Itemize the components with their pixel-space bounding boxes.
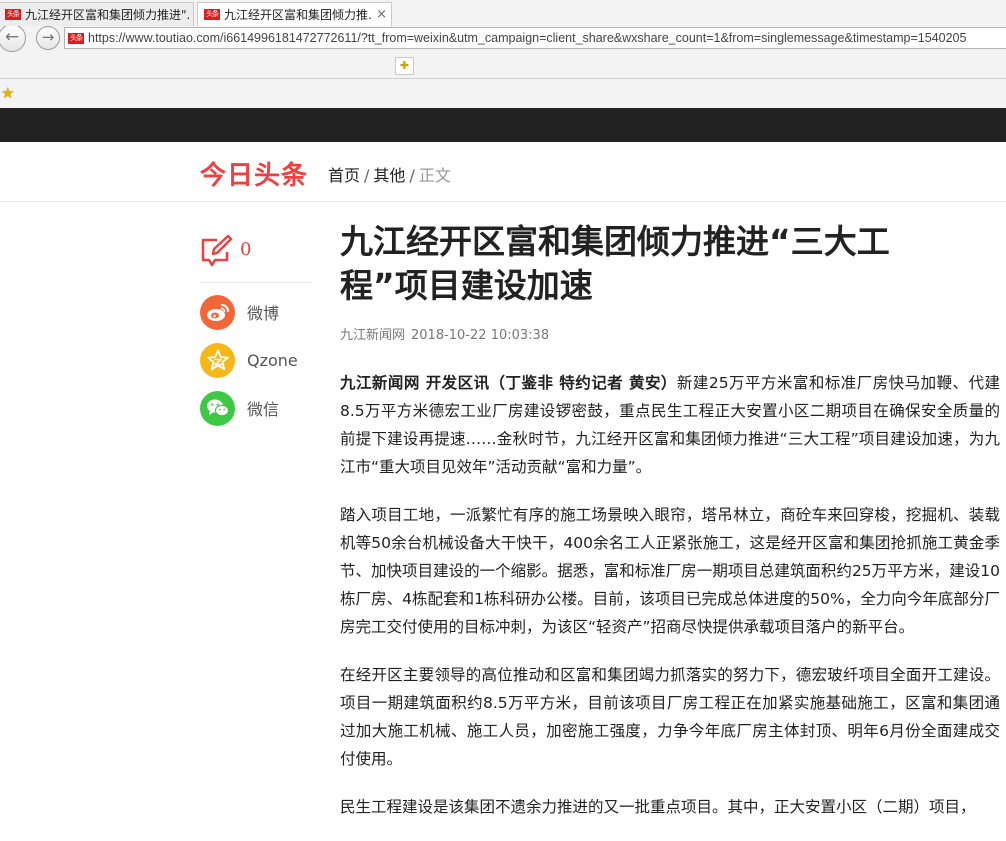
breadcrumb-current: 正文: [418, 166, 451, 185]
new-tab-button[interactable]: ✚: [395, 57, 414, 75]
share-rail: 0 微博 Qzone 微信: [200, 234, 312, 426]
toutiao-favicon-icon: 头条: [204, 9, 220, 20]
address-bar[interactable]: 头条 https://www.toutiao.com/i661499618147…: [64, 27, 1006, 49]
qzone-icon: [200, 342, 235, 378]
article-paragraph: 在经开区主要领导的高位推动和区富和集团竭力抓落实的努力下，德宏玻纤项目全面开工建…: [340, 661, 1000, 773]
article-paragraph: 九江新闻网 开发区讯（丁鉴非 特约记者 黄安）新建25万平方米富和标准厂房快马加…: [340, 369, 1000, 481]
site-header: 今日头条 首页 / 其他 / 正文: [0, 142, 1006, 202]
article-time: 2018-10-22 10:03:38: [411, 328, 550, 343]
paragraph-text: 民生工程建设是该集团不遗余力推进的又一批重点项目。其中，正大安置小区（二期）项目…: [340, 798, 976, 816]
share-weibo-label: 微博: [247, 304, 280, 323]
comment-button[interactable]: 0: [200, 234, 312, 283]
paragraph-lead: 九江新闻网 开发区讯（丁鉴非 特约记者 黄安）: [340, 374, 677, 392]
forward-button[interactable]: →: [36, 26, 60, 50]
toutiao-favicon-icon: 头条: [68, 32, 84, 44]
share-weibo-button[interactable]: 微博: [200, 294, 312, 330]
article: 九江经开区富和集团倾力推进“三大工程”项目建设加速 九江新闻网 2018-10-2…: [340, 220, 1006, 841]
article-body: 九江新闻网 开发区讯（丁鉴非 特约记者 黄安）新建25万平方米富和标准厂房快马加…: [340, 369, 1000, 821]
site-top-bar: [0, 108, 1006, 142]
breadcrumb: 首页 / 其他 / 正文: [328, 162, 451, 186]
toutiao-logo[interactable]: 今日头条: [200, 155, 308, 192]
wechat-icon: [200, 390, 235, 426]
tab-article-2[interactable]: 头条 九江经开区富和集团倾力推... ×: [197, 2, 392, 26]
share-qzone-button[interactable]: Qzone: [200, 342, 312, 378]
article-meta: 九江新闻网 2018-10-22 10:03:38: [340, 324, 1006, 343]
breadcrumb-separator: /: [409, 166, 415, 185]
address-url[interactable]: https://www.toutiao.com/i661499618147277…: [88, 31, 966, 45]
back-arrow-icon: ←: [4, 27, 20, 47]
comment-count: 0: [240, 239, 252, 260]
toutiao-favicon-icon: 头条: [5, 9, 21, 20]
tab-article-1[interactable]: 头条 九江经开区富和集团倾力推进"...: [0, 2, 194, 26]
article-paragraph: 踏入项目工地，一派繁忙有序的施工场景映入眼帘，塔吊林立，商砼车来回穿梭，挖掘机、…: [340, 501, 1000, 641]
share-wechat-label: 微信: [247, 400, 280, 419]
forward-arrow-icon: →: [41, 28, 55, 46]
share-qzone-label: Qzone: [247, 350, 298, 370]
paragraph-text: 在经开区主要领导的高位推动和区富和集团竭力抓落实的努力下，德宏玻纤项目全面开工建…: [340, 666, 1000, 768]
article-paragraph: 民生工程建设是该集团不遗余力推进的又一批重点项目。其中，正大安置小区（二期）项目…: [340, 793, 1000, 821]
tab-label: 九江经开区富和集团倾力推进"...: [25, 8, 189, 22]
weibo-icon: [200, 294, 235, 330]
article-title: 九江经开区富和集团倾力推进“三大工程”项目建设加速: [340, 222, 890, 305]
breadcrumb-separator: /: [364, 166, 370, 185]
tab-bar: [0, 53, 1006, 79]
favorites-star-icon[interactable]: ★: [1, 84, 14, 102]
paragraph-text: 踏入项目工地，一派繁忙有序的施工场景映入眼帘，塔吊林立，商砼车来回穿梭，挖掘机、…: [340, 506, 1000, 636]
breadcrumb-other[interactable]: 其他: [373, 166, 405, 185]
share-wechat-button[interactable]: 微信: [200, 390, 312, 426]
new-tab-icon: ✚: [399, 59, 410, 72]
tab-close-icon[interactable]: ×: [372, 7, 387, 22]
breadcrumb-home[interactable]: 首页: [328, 166, 360, 185]
comment-edit-icon: [201, 234, 233, 267]
tab-label: 九江经开区富和集团倾力推...: [224, 8, 373, 22]
article-source[interactable]: 九江新闻网: [340, 328, 405, 343]
